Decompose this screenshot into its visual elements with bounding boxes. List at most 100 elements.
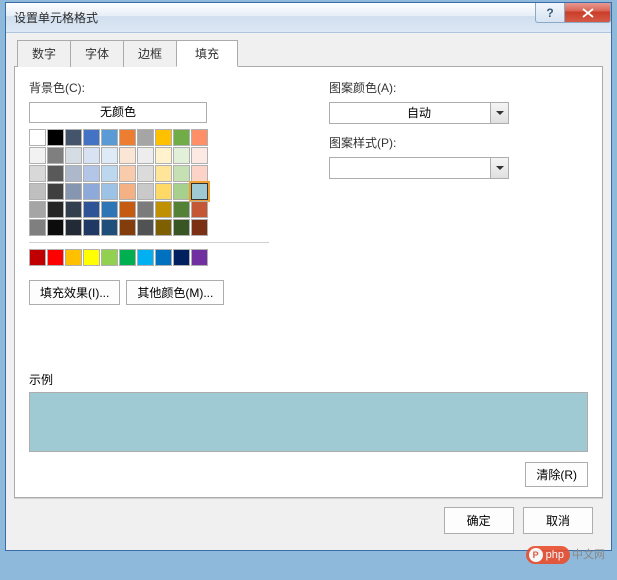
color-swatch[interactable] xyxy=(83,183,100,200)
fill-panel: 背景色(C): 无颜色 填充效果(I)... 其他颜色(M)... 图案颜色(A… xyxy=(14,67,603,498)
sample-section: 示例 xyxy=(29,371,588,452)
color-swatch[interactable] xyxy=(155,219,172,236)
color-swatch[interactable] xyxy=(101,129,118,146)
color-swatch[interactable] xyxy=(47,183,64,200)
color-swatch[interactable] xyxy=(47,147,64,164)
no-color-button[interactable]: 无颜色 xyxy=(29,102,207,123)
color-swatch[interactable] xyxy=(155,129,172,146)
pattern-color-value: 自动 xyxy=(407,106,431,120)
color-swatch[interactable] xyxy=(173,129,190,146)
color-swatch[interactable] xyxy=(191,183,208,200)
color-swatch[interactable] xyxy=(65,183,82,200)
color-swatch[interactable] xyxy=(191,201,208,218)
color-swatch[interactable] xyxy=(137,201,154,218)
left-column: 背景色(C): 无颜色 填充效果(I)... 其他颜色(M)... xyxy=(29,79,269,305)
color-swatch[interactable] xyxy=(137,165,154,182)
color-swatch[interactable] xyxy=(119,201,136,218)
color-swatch[interactable] xyxy=(29,165,46,182)
fill-effects-button[interactable]: 填充效果(I)... xyxy=(29,280,120,305)
color-swatch[interactable] xyxy=(101,165,118,182)
pattern-style-select[interactable] xyxy=(329,157,509,179)
standard-color-swatch[interactable] xyxy=(101,249,118,266)
window-title: 设置单元格格式 xyxy=(14,9,98,26)
color-swatch[interactable] xyxy=(137,219,154,236)
standard-color-swatch[interactable] xyxy=(29,249,46,266)
color-swatch[interactable] xyxy=(65,201,82,218)
color-swatch[interactable] xyxy=(191,129,208,146)
tabstrip: 数字字体边框填充 xyxy=(14,39,603,67)
standard-color-swatch[interactable] xyxy=(119,249,136,266)
color-swatch[interactable] xyxy=(119,147,136,164)
color-swatch[interactable] xyxy=(83,147,100,164)
color-swatch[interactable] xyxy=(47,165,64,182)
color-swatch[interactable] xyxy=(101,219,118,236)
color-swatch[interactable] xyxy=(119,165,136,182)
color-swatch[interactable] xyxy=(101,183,118,200)
standard-color-swatch[interactable] xyxy=(65,249,82,266)
right-column: 图案颜色(A): 自动 图案样式(P): xyxy=(329,79,588,305)
color-swatch[interactable] xyxy=(65,129,82,146)
color-swatch[interactable] xyxy=(137,147,154,164)
tab-0[interactable]: 数字 xyxy=(17,40,71,67)
theme-color-grid xyxy=(29,129,269,236)
color-swatch[interactable] xyxy=(83,219,100,236)
color-swatch[interactable] xyxy=(173,165,190,182)
ok-button[interactable]: 确定 xyxy=(444,507,514,534)
color-swatch[interactable] xyxy=(47,201,64,218)
standard-color-swatch[interactable] xyxy=(191,249,208,266)
color-swatch[interactable] xyxy=(119,219,136,236)
pattern-color-select[interactable]: 自动 xyxy=(329,102,509,124)
color-swatch[interactable] xyxy=(191,219,208,236)
color-swatch[interactable] xyxy=(29,219,46,236)
color-swatch[interactable] xyxy=(101,201,118,218)
color-swatch[interactable] xyxy=(65,165,82,182)
color-swatch[interactable] xyxy=(29,183,46,200)
color-swatch[interactable] xyxy=(119,183,136,200)
standard-color-swatch[interactable] xyxy=(155,249,172,266)
standard-color-swatch[interactable] xyxy=(83,249,100,266)
color-swatch[interactable] xyxy=(173,183,190,200)
chevron-down-icon xyxy=(490,158,508,178)
standard-color-grid xyxy=(29,249,269,266)
pattern-color-label: 图案颜色(A): xyxy=(329,79,588,96)
color-swatch[interactable] xyxy=(47,219,64,236)
standard-color-swatch[interactable] xyxy=(137,249,154,266)
color-swatch[interactable] xyxy=(155,147,172,164)
pattern-style-label: 图案样式(P): xyxy=(329,134,588,151)
color-swatch[interactable] xyxy=(65,219,82,236)
help-button[interactable]: ? xyxy=(535,3,565,23)
color-swatch[interactable] xyxy=(29,129,46,146)
color-swatch[interactable] xyxy=(119,129,136,146)
chevron-down-icon xyxy=(490,103,508,123)
color-swatch[interactable] xyxy=(29,147,46,164)
tab-2[interactable]: 边框 xyxy=(123,40,177,67)
color-swatch[interactable] xyxy=(137,129,154,146)
color-swatch[interactable] xyxy=(173,201,190,218)
titlebar[interactable]: 设置单元格格式 ? xyxy=(6,3,611,33)
color-swatch[interactable] xyxy=(191,147,208,164)
color-swatch[interactable] xyxy=(83,165,100,182)
tab-1[interactable]: 字体 xyxy=(70,40,124,67)
color-swatch[interactable] xyxy=(83,129,100,146)
color-swatch[interactable] xyxy=(47,129,64,146)
clear-button[interactable]: 清除(R) xyxy=(525,462,588,487)
standard-color-swatch[interactable] xyxy=(173,249,190,266)
window-buttons: ? xyxy=(535,3,611,23)
dialog-body: 数字字体边框填充 背景色(C): 无颜色 填充效果(I)... 其他颜色(M).… xyxy=(6,33,611,550)
color-swatch[interactable] xyxy=(173,147,190,164)
color-swatch[interactable] xyxy=(83,201,100,218)
close-button[interactable] xyxy=(564,3,611,23)
cancel-button[interactable]: 取消 xyxy=(523,507,593,534)
color-swatch[interactable] xyxy=(173,219,190,236)
tab-3[interactable]: 填充 xyxy=(176,40,238,67)
color-swatch[interactable] xyxy=(137,183,154,200)
more-colors-button[interactable]: 其他颜色(M)... xyxy=(126,280,224,305)
color-swatch[interactable] xyxy=(65,147,82,164)
color-swatch[interactable] xyxy=(155,183,172,200)
standard-color-swatch[interactable] xyxy=(47,249,64,266)
color-swatch[interactable] xyxy=(155,165,172,182)
color-swatch[interactable] xyxy=(155,201,172,218)
color-swatch[interactable] xyxy=(191,165,208,182)
color-swatch[interactable] xyxy=(101,147,118,164)
color-swatch[interactable] xyxy=(29,201,46,218)
